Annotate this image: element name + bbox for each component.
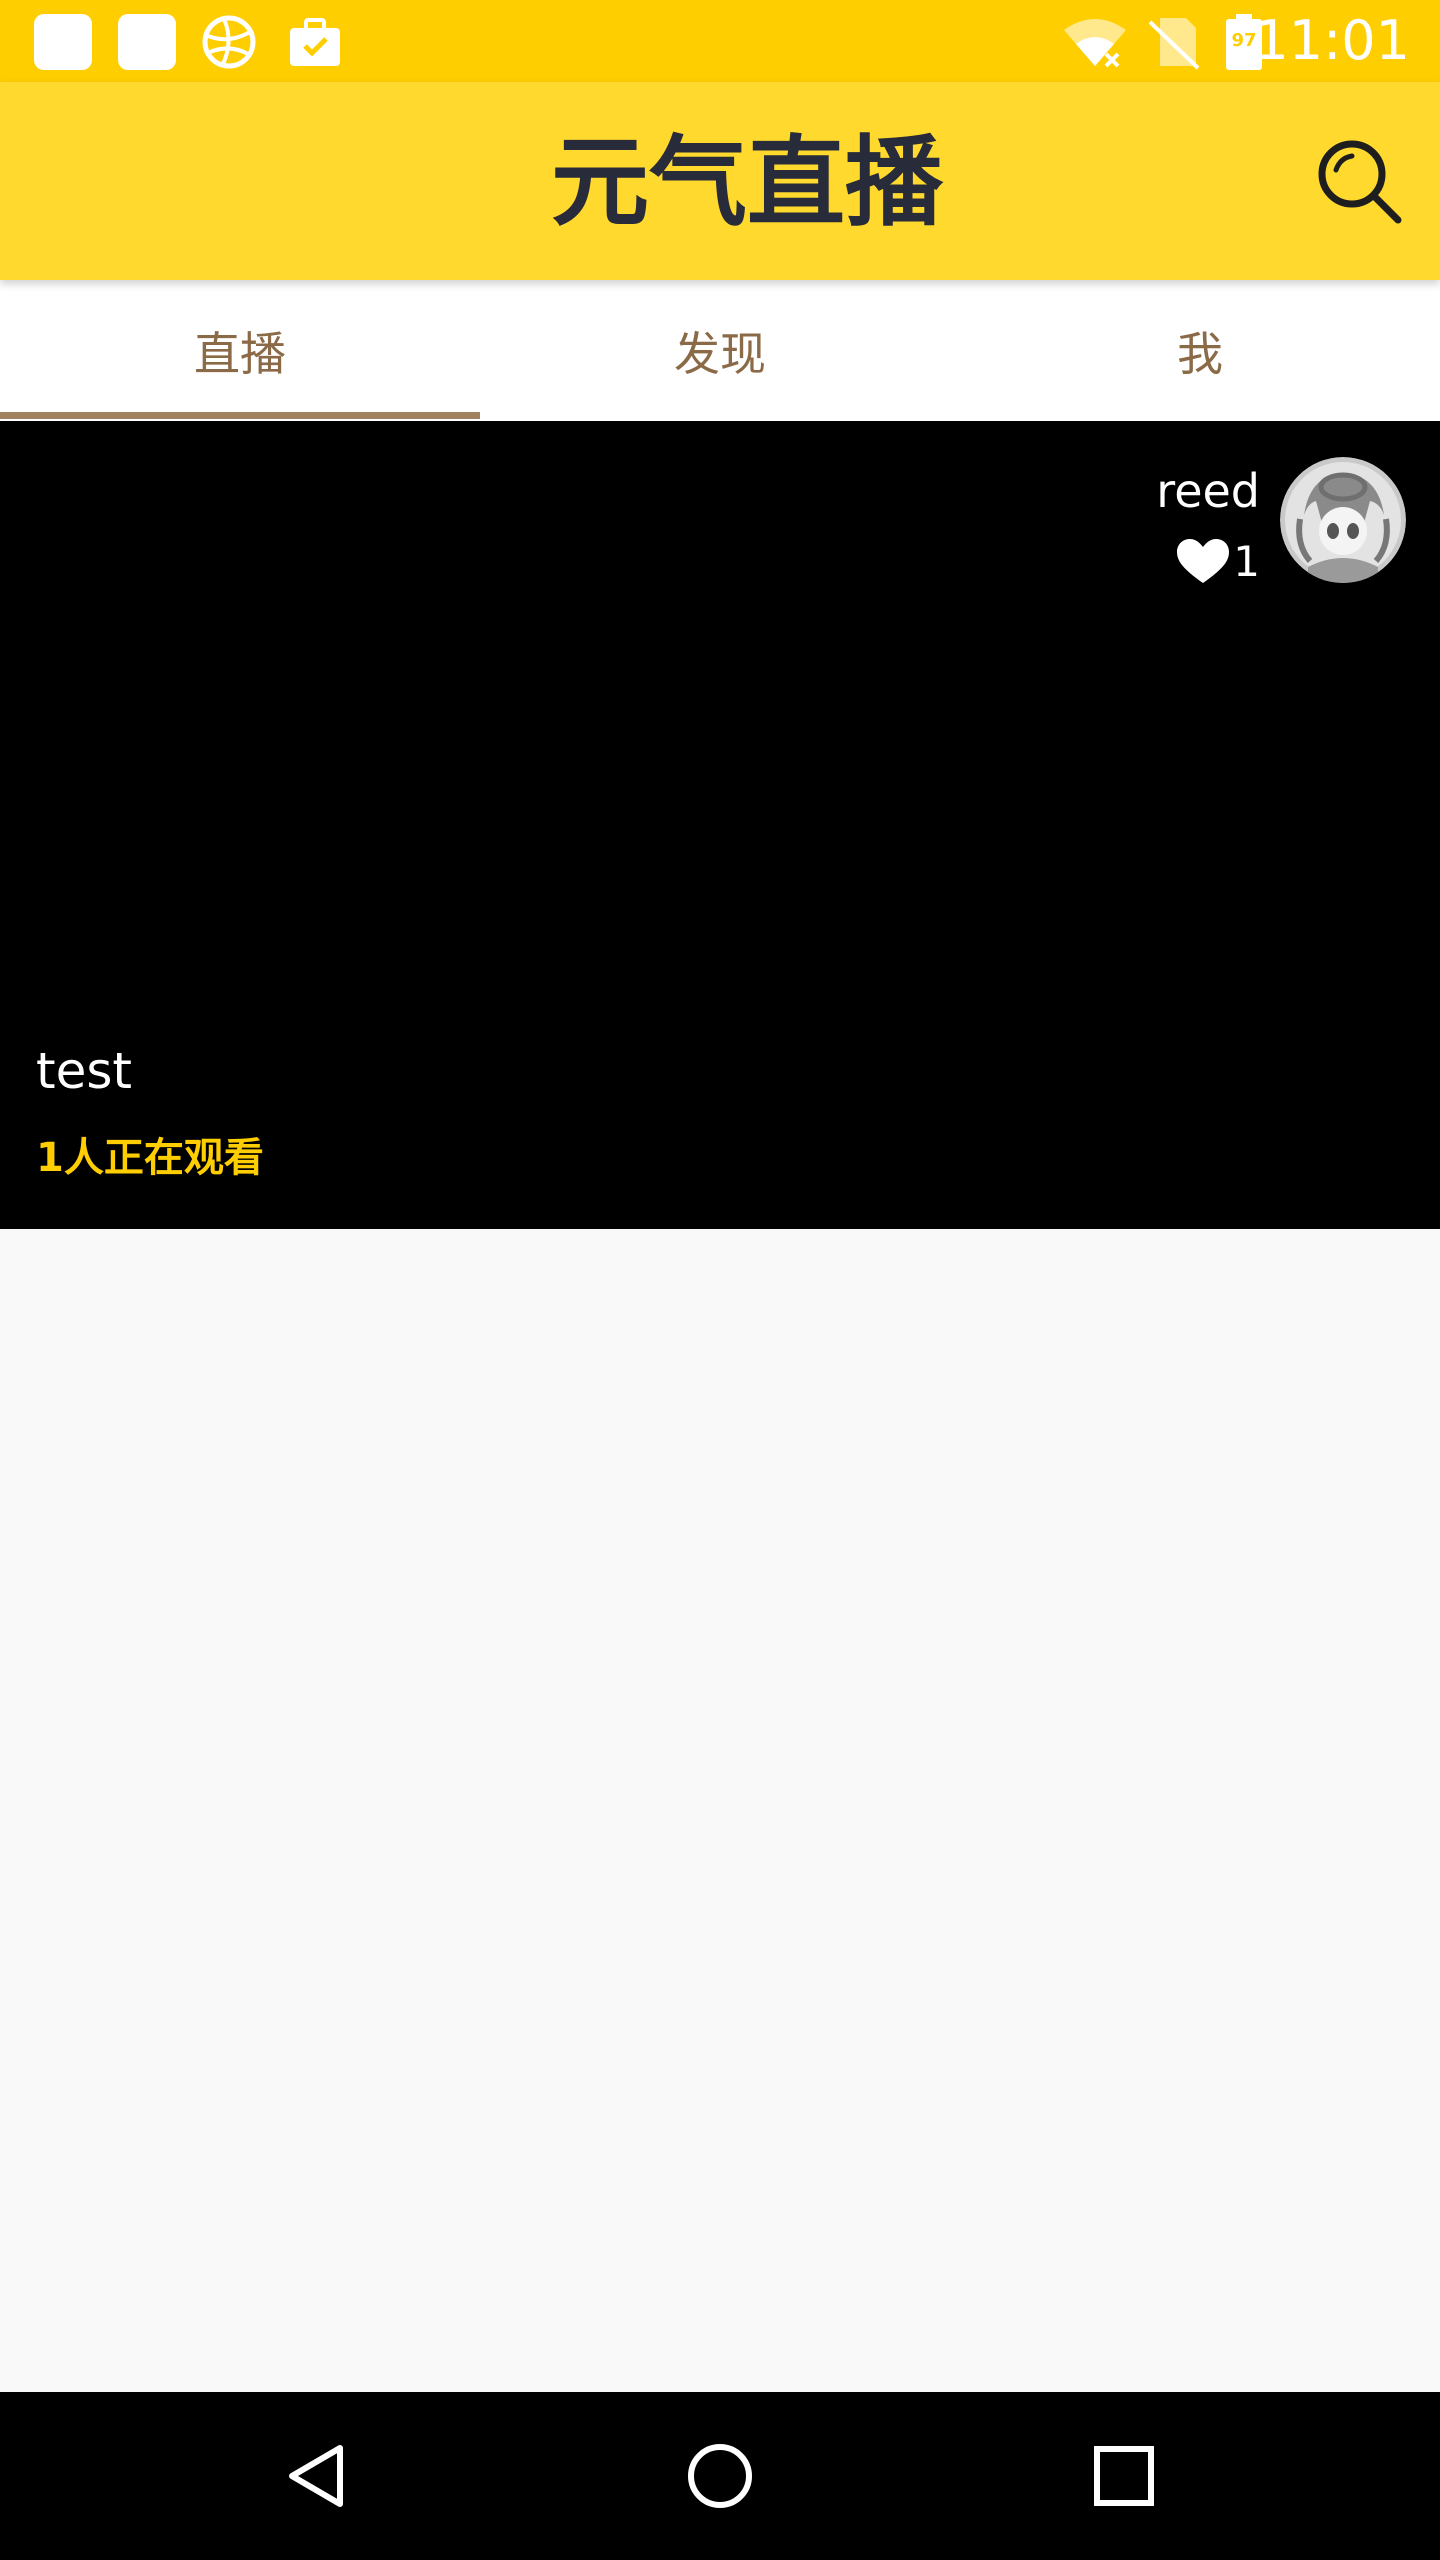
recents-icon[interactable] bbox=[1082, 2434, 1166, 2518]
tab-label: 发现 bbox=[674, 326, 766, 381]
viewer-count: 1人正在观看 bbox=[36, 1135, 264, 1181]
tab-label: 直播 bbox=[194, 326, 286, 381]
tab-me[interactable]: 我 bbox=[960, 280, 1440, 421]
app-logo-text: 元气直播 bbox=[551, 128, 944, 232]
clock: 11:01 bbox=[1254, 9, 1410, 72]
app-logo: 元气直播 bbox=[551, 128, 944, 232]
tab-label: 我 bbox=[1177, 326, 1223, 381]
tab-indicator bbox=[0, 412, 480, 419]
globe-icon bbox=[202, 15, 256, 69]
screen: 97 11:01 元气直播 直播 发现 我 reed 1 test 1人正在观看 bbox=[0, 0, 1440, 2560]
briefcase-check-icon bbox=[290, 18, 340, 66]
tab-discover[interactable]: 发现 bbox=[480, 280, 960, 421]
back-icon[interactable] bbox=[276, 2434, 360, 2518]
no-sim-icon bbox=[1148, 18, 1200, 70]
host-avatar[interactable] bbox=[1280, 457, 1406, 583]
host-name: reed bbox=[1156, 464, 1260, 518]
wifi-icon bbox=[1064, 19, 1126, 68]
notification-square-icon bbox=[34, 14, 92, 70]
like-count: 1 bbox=[1233, 537, 1260, 586]
app-bar: 元气直播 bbox=[0, 82, 1440, 280]
notification-square-icon bbox=[118, 14, 176, 70]
tab-live[interactable]: 直播 bbox=[0, 280, 480, 421]
status-bar: 97 11:01 bbox=[0, 0, 1440, 82]
tab-bar: 直播 发现 我 bbox=[0, 280, 1440, 421]
home-icon[interactable] bbox=[678, 2434, 762, 2518]
live-title: test bbox=[36, 1042, 133, 1100]
like-row: 1 bbox=[1177, 537, 1260, 587]
heart-icon bbox=[1177, 539, 1230, 583]
navigation-bar bbox=[0, 2392, 1440, 2560]
live-stream-card[interactable]: reed 1 test 1人正在观看 bbox=[0, 421, 1440, 1229]
search-icon[interactable] bbox=[1310, 132, 1410, 232]
